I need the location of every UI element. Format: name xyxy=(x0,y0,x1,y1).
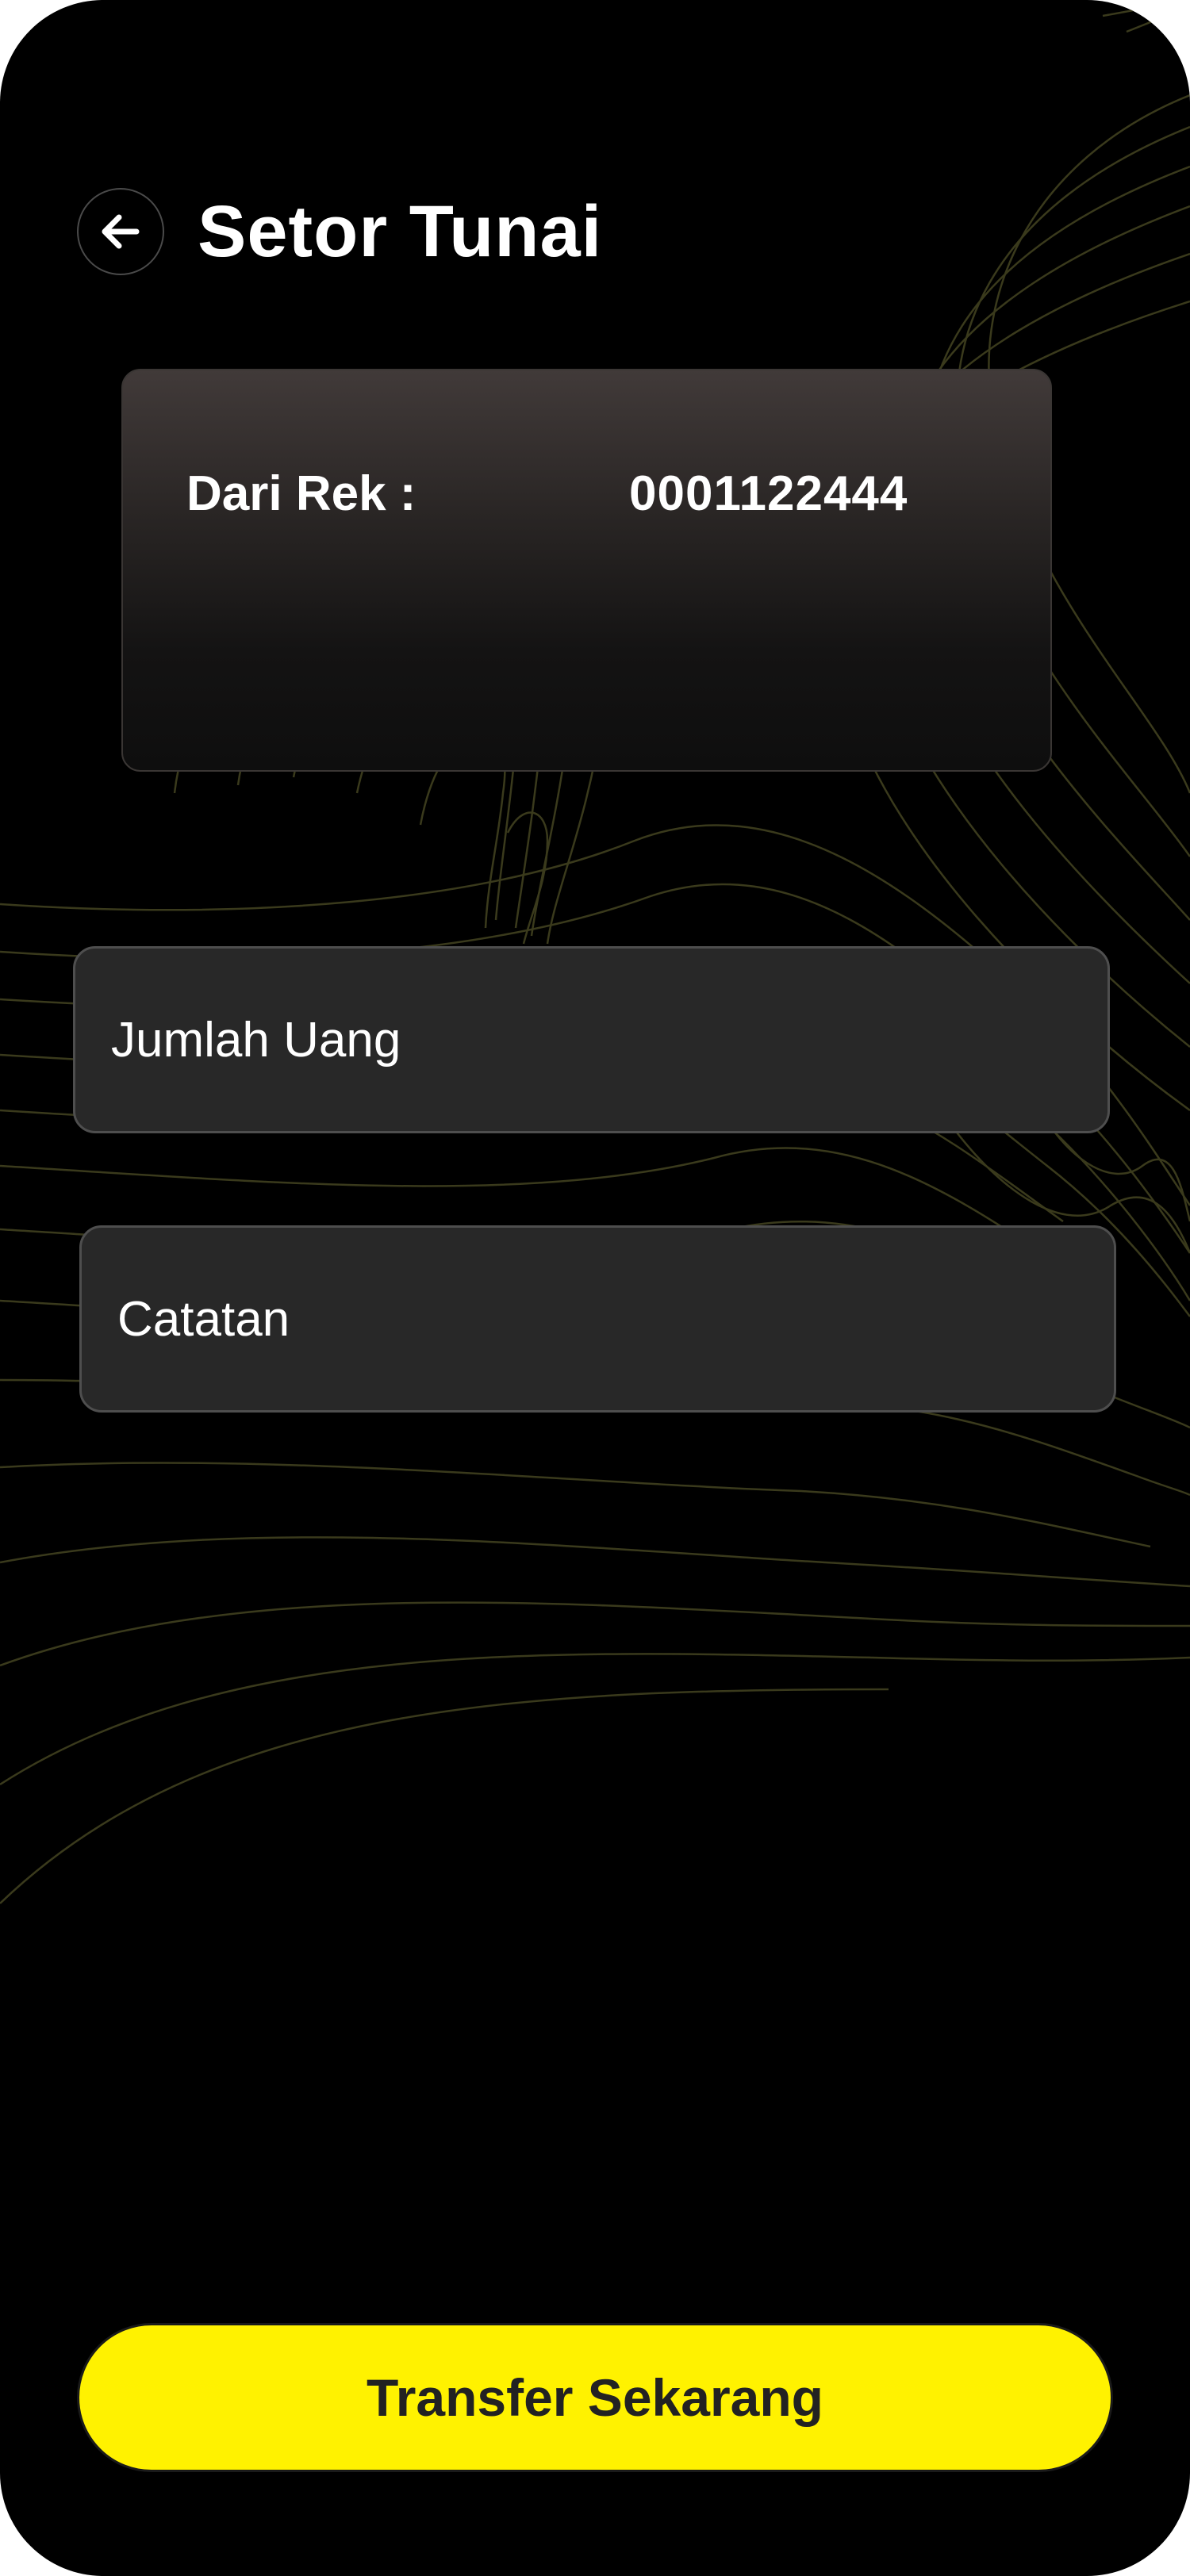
page-title: Setor Tunai xyxy=(198,190,603,272)
account-number: 0001122444 xyxy=(629,466,908,521)
amount-input[interactable] xyxy=(111,1011,1107,1068)
back-button[interactable] xyxy=(77,188,164,275)
account-label: Dari Rek : xyxy=(186,466,416,521)
app-screen: Setor Tunai Dari Rek : 0001122444 Transf… xyxy=(0,0,1190,2576)
note-input[interactable] xyxy=(117,1290,1114,1347)
transfer-now-button[interactable]: Transfer Sekarang xyxy=(77,2323,1113,2472)
header: Setor Tunai xyxy=(77,186,602,277)
note-field[interactable] xyxy=(79,1225,1116,1413)
source-account-card: Dari Rek : 0001122444 xyxy=(121,369,1052,772)
amount-field[interactable] xyxy=(73,946,1110,1133)
arrow-left-icon xyxy=(102,214,140,249)
